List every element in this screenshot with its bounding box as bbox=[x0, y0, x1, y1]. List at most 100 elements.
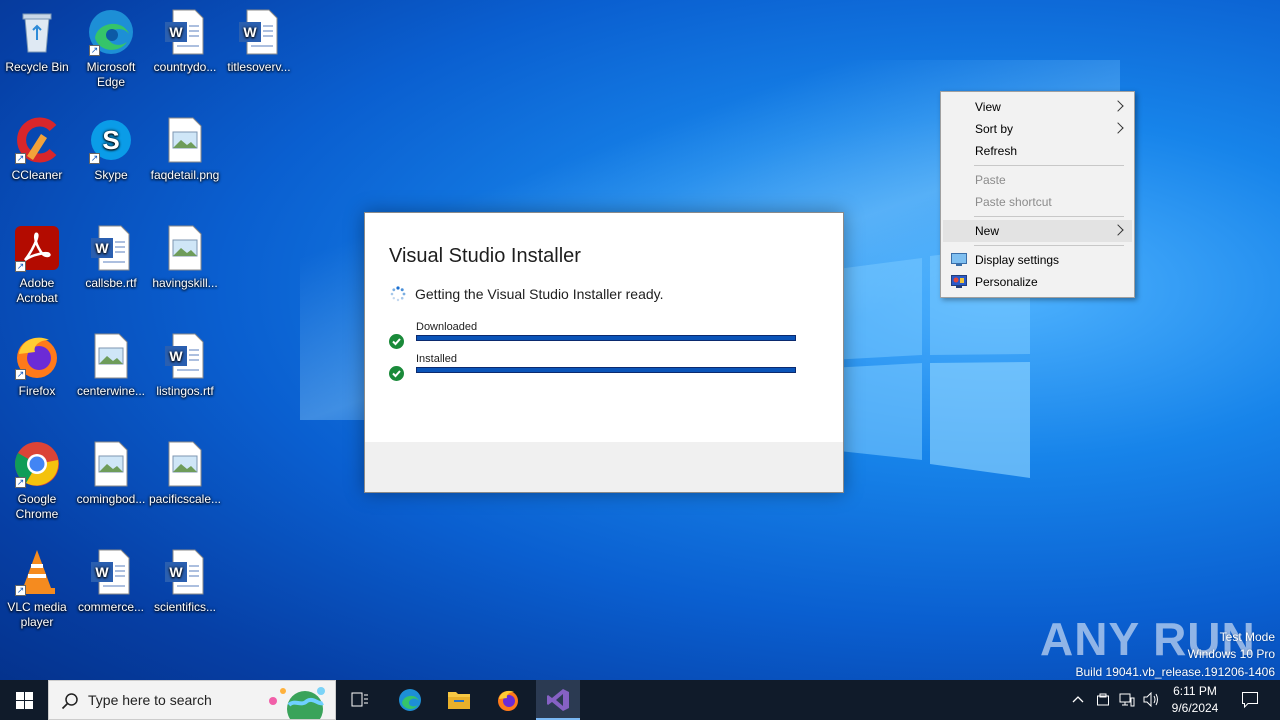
desktop-icon-chrome[interactable]: ↗ Google Chrome bbox=[0, 440, 74, 522]
menu-item-sort-by[interactable]: Sort by bbox=[943, 118, 1132, 140]
desktop-icon-label: pacificscale... bbox=[148, 492, 222, 506]
desktop-icon-word-file[interactable]: W listingos.rtf bbox=[148, 332, 222, 399]
desktop-icon-image-file[interactable]: havingskill... bbox=[148, 224, 222, 291]
word-document-icon: W bbox=[161, 332, 209, 380]
image-file-icon bbox=[87, 440, 135, 488]
desktop-icon-word-file[interactable]: W commerce... bbox=[74, 548, 148, 615]
firefox-icon bbox=[498, 690, 518, 711]
menu-item-label: Refresh bbox=[975, 144, 1018, 158]
task-view-button[interactable] bbox=[338, 680, 382, 720]
desktop-icon-ccleaner[interactable]: ↗ CCleaner bbox=[0, 116, 74, 183]
chevron-right-icon bbox=[1112, 122, 1124, 134]
firefox-icon: ↗ bbox=[13, 332, 61, 380]
taskbar-vs-installer-button[interactable] bbox=[536, 680, 580, 720]
desktop-icon-word-file[interactable]: W scientifics... bbox=[148, 548, 222, 615]
menu-item-label: Paste bbox=[975, 173, 1006, 187]
word-document-icon: W bbox=[161, 8, 209, 56]
desktop-icon-word-file[interactable]: W countrydo... bbox=[148, 8, 222, 75]
desktop-icon-adobe-acrobat[interactable]: ↗ Adobe Acrobat bbox=[0, 224, 74, 306]
folder-icon bbox=[448, 692, 470, 709]
image-file-icon bbox=[161, 116, 209, 164]
menu-item-display-settings[interactable]: Display settings bbox=[943, 249, 1132, 271]
taskbar-edge-button[interactable] bbox=[388, 680, 432, 720]
taskbar-clock[interactable]: 6:11 PM 9/6/2024 bbox=[1160, 683, 1230, 717]
desktop-icon-word-file[interactable]: W titlesoverv... bbox=[222, 8, 296, 75]
windows-start-icon bbox=[16, 692, 33, 709]
desktop-icon-label: VLC media player bbox=[7, 600, 67, 629]
desktop-icon-label: listingos.rtf bbox=[156, 384, 214, 398]
menu-item-refresh[interactable]: Refresh bbox=[943, 140, 1132, 162]
vs-installer-dialog: Visual Studio Installer Getting the Visu… bbox=[364, 212, 844, 493]
clock-date: 9/6/2024 bbox=[1171, 701, 1219, 715]
menu-item-label: Paste shortcut bbox=[975, 195, 1052, 209]
progress-fill bbox=[417, 336, 795, 340]
menu-item-new[interactable]: New bbox=[943, 220, 1132, 242]
shortcut-arrow-icon: ↗ bbox=[15, 585, 26, 596]
chevron-right-icon bbox=[1112, 100, 1124, 112]
clock-time: 6:11 PM bbox=[1173, 684, 1217, 698]
shortcut-arrow-icon: ↗ bbox=[15, 369, 26, 380]
loading-spinner-icon bbox=[390, 286, 406, 302]
vlc-icon: ↗ bbox=[13, 548, 61, 596]
desktop-icon-label: centerwine... bbox=[76, 384, 146, 398]
chevron-up-icon bbox=[1072, 696, 1084, 703]
menu-separator bbox=[974, 245, 1124, 246]
personalize-icon bbox=[951, 275, 967, 288]
image-file-icon bbox=[87, 332, 135, 380]
word-document-icon: W bbox=[235, 8, 283, 56]
svg-text:W: W bbox=[95, 564, 109, 580]
desktop-icon-skype[interactable]: S ↗ Skype bbox=[74, 116, 148, 183]
build-text: Build 19041.vb_release.191206-1406 bbox=[1075, 665, 1276, 679]
image-file-icon bbox=[161, 440, 209, 488]
desktop-icon-image-file[interactable]: comingbod... bbox=[74, 440, 148, 507]
desktop-icon-image-file[interactable]: centerwine... bbox=[74, 332, 148, 399]
speaker-icon bbox=[1143, 692, 1158, 707]
desktop-icon-label: Adobe Acrobat bbox=[16, 276, 58, 305]
recycle-bin-icon bbox=[13, 8, 61, 56]
shortcut-arrow-icon: ↗ bbox=[15, 477, 26, 488]
tray-app-icon bbox=[1097, 693, 1109, 706]
windows-edition-text: Windows 10 Pro bbox=[1187, 647, 1275, 661]
desktop-icon-image-file[interactable]: pacificscale... bbox=[148, 440, 222, 507]
desktop-icon-recycle-bin[interactable]: Recycle Bin bbox=[0, 8, 74, 75]
desktop-icon-label: callsbe.rtf bbox=[85, 276, 137, 290]
menu-item-view[interactable]: View bbox=[943, 96, 1132, 118]
check-circle-icon bbox=[389, 366, 404, 381]
search-icon bbox=[61, 693, 78, 710]
desktop-icon-image-file[interactable]: faqdetail.png bbox=[148, 116, 222, 183]
desktop-icon-label: havingskill... bbox=[152, 276, 218, 290]
action-center-button[interactable] bbox=[1230, 680, 1270, 720]
search-placeholder: Type here to search bbox=[88, 692, 212, 708]
start-button[interactable] bbox=[0, 680, 48, 720]
taskbar-firefox-button[interactable] bbox=[486, 680, 530, 720]
check-circle-icon bbox=[389, 334, 404, 349]
desktop-icon-vlc[interactable]: ↗ VLC media player bbox=[0, 548, 74, 630]
menu-item-personalize[interactable]: Personalize bbox=[943, 271, 1132, 293]
show-hidden-icons-button[interactable] bbox=[1068, 680, 1088, 720]
desktop-icon-word-file[interactable]: W callsbe.rtf bbox=[74, 224, 148, 291]
desktop-icon-label: titlesoverv... bbox=[227, 60, 291, 74]
step-label: Installed bbox=[416, 353, 457, 365]
desktop-icon-label: Firefox bbox=[18, 384, 56, 398]
desktop-icon-firefox[interactable]: ↗ Firefox bbox=[0, 332, 74, 399]
network-button[interactable] bbox=[1116, 680, 1138, 720]
desktop-icon-label: countrydo... bbox=[153, 60, 217, 74]
desktop-icon-label: Skype bbox=[94, 168, 128, 182]
svg-text:W: W bbox=[95, 240, 109, 256]
taskbar-file-explorer-button[interactable] bbox=[437, 680, 481, 720]
dialog-footer bbox=[365, 442, 843, 492]
progress-fill bbox=[417, 368, 795, 372]
chevron-right-icon bbox=[1112, 224, 1124, 236]
desktop-icon-label: Recycle Bin bbox=[5, 60, 69, 74]
svg-text:W: W bbox=[169, 348, 183, 364]
volume-button[interactable] bbox=[1140, 680, 1162, 720]
taskbar-search-box[interactable]: Type here to search bbox=[48, 680, 336, 720]
edge-icon bbox=[399, 689, 421, 711]
visual-studio-icon bbox=[547, 689, 569, 711]
tray-app-button[interactable] bbox=[1092, 680, 1114, 720]
edge-icon: ↗ bbox=[87, 8, 135, 56]
menu-separator bbox=[974, 216, 1124, 217]
desktop-icon-edge[interactable]: ↗ Microsoft Edge bbox=[74, 8, 148, 90]
adobe-acrobat-icon: ↗ bbox=[13, 224, 61, 272]
search-highlight-globe-icon bbox=[269, 687, 325, 719]
